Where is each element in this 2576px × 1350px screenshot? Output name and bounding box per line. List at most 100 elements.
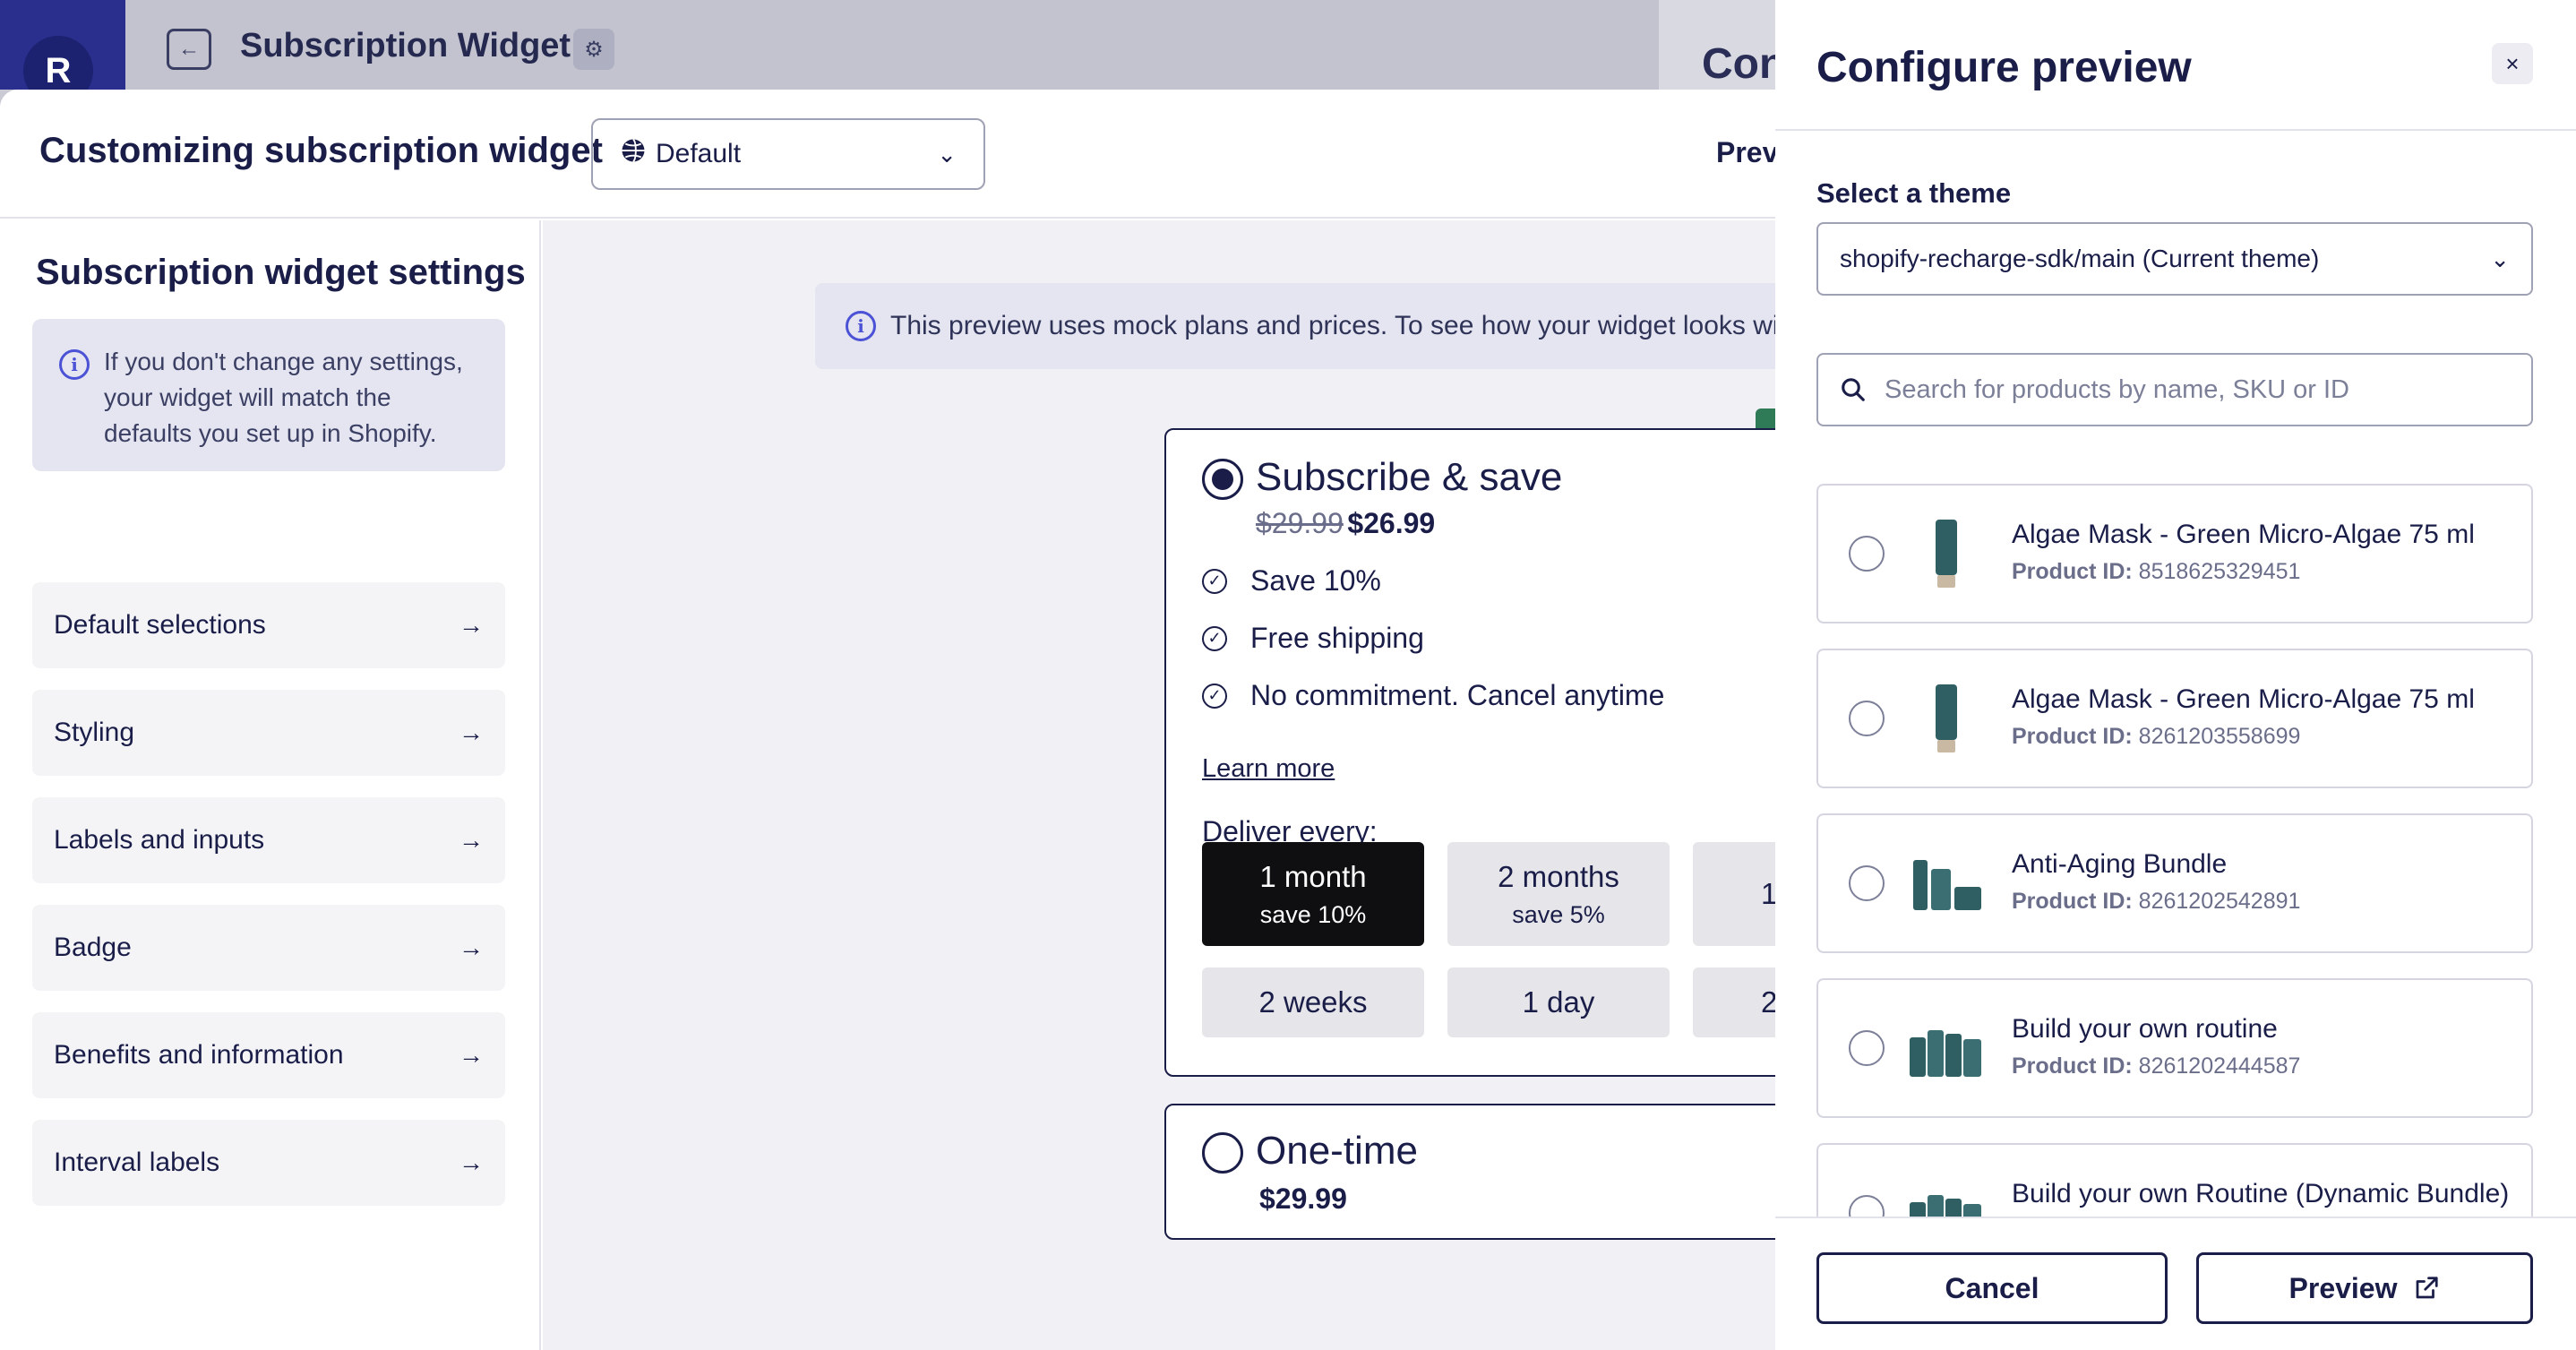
product-radio[interactable] xyxy=(1849,1030,1885,1066)
settings-item-badge[interactable]: Badge → xyxy=(32,905,505,991)
settings-item-label: Badge xyxy=(54,933,132,962)
product-id-value: 8518625329451 xyxy=(2138,559,2301,584)
settings-sidebar: Subscription widget settings i If you do… xyxy=(0,220,541,1350)
settings-item-styling[interactable]: Styling → xyxy=(32,690,505,776)
subscribe-option-card[interactable]: Subscribe & save $29.99 $26.99 ✓ Save 10… xyxy=(1164,428,1915,1077)
product-bundle-image xyxy=(1913,860,1981,910)
product-tube-image xyxy=(1936,684,1957,752)
settings-item-labels-and-inputs[interactable]: Labels and inputs → xyxy=(32,797,505,883)
modal-title: Customizing subscription widget xyxy=(39,131,603,170)
benefit-item: ✓ Free shipping xyxy=(1202,622,1424,655)
product-radio[interactable] xyxy=(1849,701,1885,736)
product-id-value: 8261203558699 xyxy=(2138,724,2301,749)
theme-select-value: shopify-recharge-sdk/main (Current theme… xyxy=(1840,245,2320,272)
product-item[interactable]: Anti-Aging Bundle Product ID: 8261202542… xyxy=(1816,813,2533,953)
frequency-option-2-weeks[interactable]: 2 weeks xyxy=(1202,967,1424,1037)
globe-icon xyxy=(620,137,647,171)
product-name: Build your own routine xyxy=(2012,1014,2278,1044)
settings-item-label: Interval labels xyxy=(54,1148,220,1177)
product-id: Product ID: 8261202444587 xyxy=(2012,1053,2300,1079)
frequency-option-1-day[interactable]: 1 day xyxy=(1447,967,1670,1037)
product-radio[interactable] xyxy=(1849,1195,1885,1218)
frequency-option-2-months[interactable]: 2 months save 5% xyxy=(1447,842,1670,946)
product-id: Product ID: 8261202542891 xyxy=(2012,889,2300,915)
product-name: Anti-Aging Bundle xyxy=(2012,849,2228,879)
frequency-label: 2 months xyxy=(1498,859,1619,893)
product-id-label: Product ID: xyxy=(2012,559,2133,584)
settings-info-text: If you don't change any settings, your w… xyxy=(104,348,463,447)
product-id-label: Product ID: xyxy=(2012,724,2133,749)
frequency-option-1-month[interactable]: 1 month save 10% xyxy=(1202,842,1424,946)
benefit-text: Free shipping xyxy=(1250,622,1424,654)
onetime-option-card[interactable]: One-time $29.99 xyxy=(1164,1104,1881,1240)
settings-item-label: Styling xyxy=(54,718,135,747)
learn-more-link[interactable]: Learn more xyxy=(1202,754,1335,784)
product-item[interactable]: Build your own Routine (Dynamic Bundle) xyxy=(1816,1143,2533,1218)
subscribe-price: $29.99 $26.99 xyxy=(1256,507,1435,540)
arrow-right-icon: → xyxy=(459,611,484,639)
product-id-value: 8261202542891 xyxy=(2138,889,2301,914)
close-button[interactable]: × xyxy=(2492,43,2533,84)
info-icon: i xyxy=(846,311,876,341)
product-radio[interactable] xyxy=(1849,536,1885,572)
modal-header: Customizing subscription widget Default … xyxy=(0,90,1775,219)
frequency-label: 1 month xyxy=(1259,859,1367,893)
benefit-text: No commitment. Cancel anytime xyxy=(1250,679,1665,711)
settings-item-label: Labels and inputs xyxy=(54,825,265,855)
product-item[interactable]: Algae Mask - Green Micro-Algae 75 ml Pro… xyxy=(1816,484,2533,623)
external-link-icon xyxy=(2417,1277,2439,1299)
benefit-item: ✓ No commitment. Cancel anytime xyxy=(1202,679,1664,712)
back-button[interactable]: ← xyxy=(167,29,211,70)
product-bundle-image xyxy=(1910,1195,1981,1218)
chevron-down-icon: ⌄ xyxy=(2490,245,2510,272)
preview-toggle-label[interactable]: Previ xyxy=(1716,136,1775,169)
theme-select[interactable]: shopify-recharge-sdk/main (Current theme… xyxy=(1816,222,2533,296)
product-name: Algae Mask - Green Micro-Algae 75 ml xyxy=(2012,520,2475,549)
settings-item-interval-labels[interactable]: Interval labels → xyxy=(32,1120,505,1206)
benefit-text: Save 10% xyxy=(1250,564,1381,597)
frequency-label: 2 weeks xyxy=(1258,985,1368,1019)
benefit-item: ✓ Save 10% xyxy=(1202,564,1381,598)
settings-item-label: Default selections xyxy=(54,610,266,640)
product-search-input[interactable] xyxy=(1885,374,2510,405)
subscribe-radio[interactable] xyxy=(1202,459,1243,500)
gear-icon: ⚙ xyxy=(584,37,604,62)
arrow-right-icon: → xyxy=(459,718,484,746)
drawer-footer: Cancel Preview xyxy=(1775,1217,2576,1350)
discounted-price: $26.99 xyxy=(1347,507,1436,539)
settings-item-benefits-and-information[interactable]: Benefits and information → xyxy=(32,1012,505,1098)
product-bundle-image xyxy=(1910,1030,1981,1077)
frequency-discount: save 10% xyxy=(1259,900,1367,928)
preview-button-label: Preview xyxy=(2288,1271,2398,1304)
product-id-label: Product ID: xyxy=(2012,1053,2133,1079)
check-circle-icon: ✓ xyxy=(1202,568,1227,594)
frequency-label: 1 day xyxy=(1522,985,1595,1019)
preview-button[interactable]: Preview xyxy=(2196,1252,2533,1324)
product-radio[interactable] xyxy=(1849,865,1885,901)
settings-item-default-selections[interactable]: Default selections → xyxy=(32,582,505,668)
product-id-value: 8261202444587 xyxy=(2138,1053,2301,1079)
widget-settings-button[interactable]: ⚙ xyxy=(573,29,614,70)
info-icon: i xyxy=(59,349,90,380)
product-item[interactable]: Build your own routine Product ID: 82612… xyxy=(1816,978,2533,1118)
arrow-right-icon: → xyxy=(459,1148,484,1176)
onetime-title: One-time xyxy=(1256,1129,1418,1173)
background-heading: Con xyxy=(1702,40,1786,88)
drawer-title: Configure preview xyxy=(1816,44,2192,91)
frequency-discount: save 5% xyxy=(1512,900,1605,928)
drawer-header: Configure preview × xyxy=(1775,0,2576,131)
settings-item-label: Benefits and information xyxy=(54,1040,344,1070)
locale-select-value: Default xyxy=(656,139,742,168)
product-id: Product ID: 8518625329451 xyxy=(2012,559,2300,585)
arrow-right-icon: → xyxy=(459,933,484,961)
locale-select[interactable]: Default ⌄ xyxy=(591,118,985,190)
arrow-right-icon: → xyxy=(459,826,484,854)
mock-data-notice: i This preview uses mock plans and price… xyxy=(815,283,1775,369)
check-circle-icon: ✓ xyxy=(1202,625,1227,651)
product-list: Algae Mask - Green Micro-Algae 75 ml Pro… xyxy=(1816,484,2533,1218)
onetime-radio[interactable] xyxy=(1202,1132,1243,1174)
close-icon: × xyxy=(2505,49,2520,77)
product-item[interactable]: Algae Mask - Green Micro-Algae 75 ml Pro… xyxy=(1816,649,2533,788)
cancel-button[interactable]: Cancel xyxy=(1816,1252,2168,1324)
product-search-field[interactable] xyxy=(1816,353,2533,426)
